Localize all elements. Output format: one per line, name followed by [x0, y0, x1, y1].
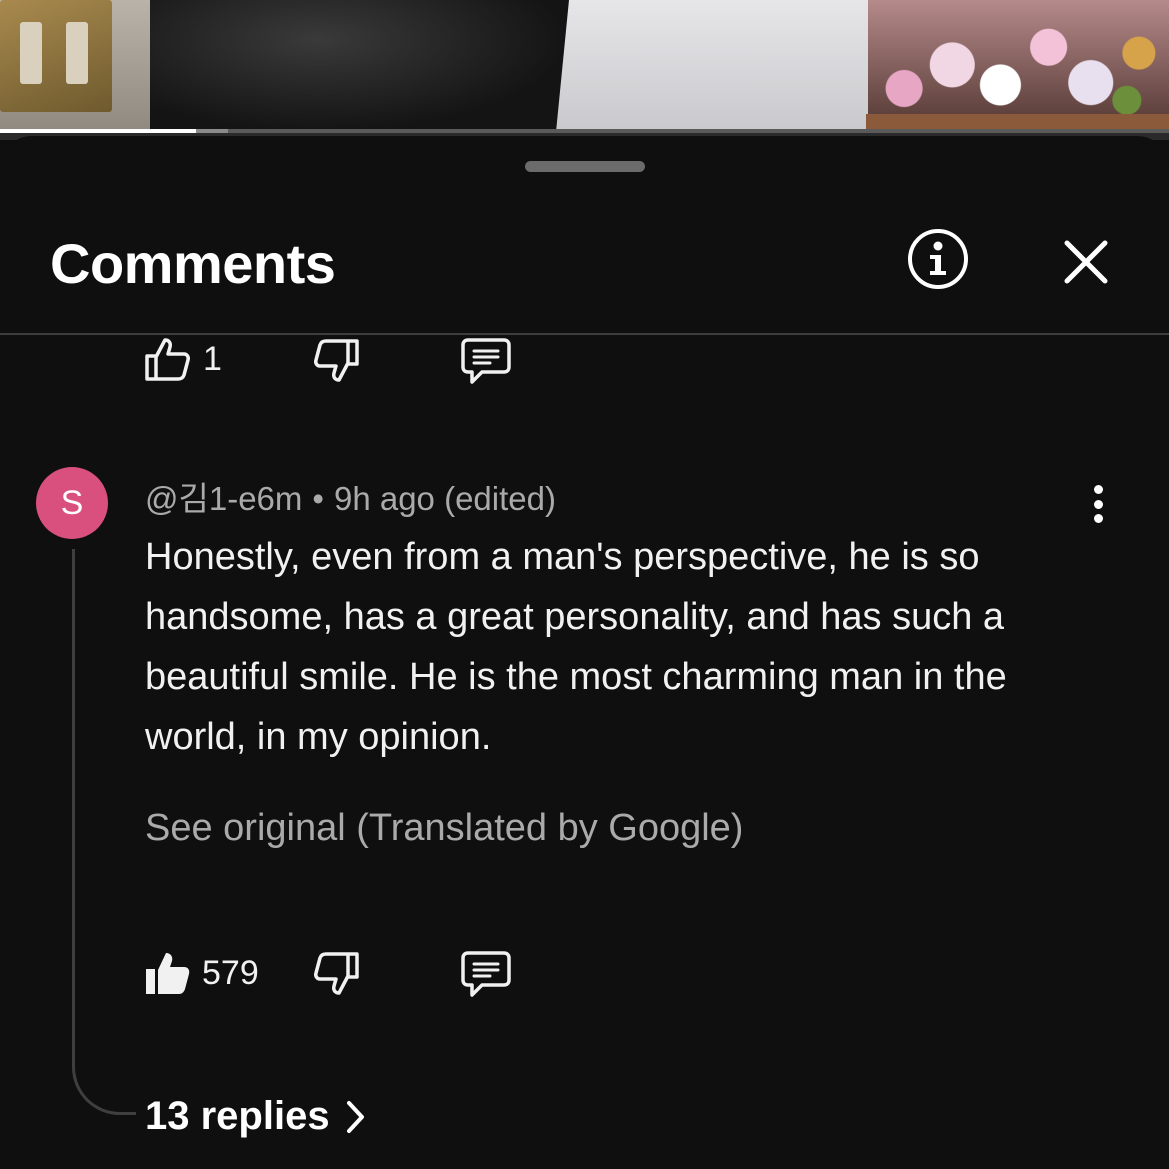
video-progress-bar[interactable]: [0, 129, 1169, 133]
thumb-down-icon: [314, 952, 359, 995]
header-divider: [0, 333, 1169, 335]
like-count: 579: [202, 953, 259, 992]
video-frame-flowers: [868, 0, 1169, 118]
reply-button[interactable]: [460, 950, 512, 998]
comment-reply-icon: [461, 338, 511, 384]
close-icon: [1064, 240, 1108, 284]
info-button[interactable]: [908, 229, 968, 289]
comment-more-button[interactable]: [1082, 480, 1114, 528]
video-progress-played: [0, 129, 197, 133]
prev-dislike-button[interactable]: [313, 338, 361, 384]
prev-like-count: 1: [203, 339, 222, 378]
comment-edited-label: (edited): [444, 480, 556, 517]
more-vertical-icon: [1093, 485, 1103, 523]
comment-meta: @김1-e6m • 9h ago (edited): [145, 472, 556, 520]
info-icon: [930, 241, 946, 275]
dislike-button[interactable]: [313, 951, 361, 997]
chevron-right-icon: [346, 1100, 364, 1133]
thumb-up-outline-icon: [145, 338, 190, 381]
like-button[interactable]: 579: [144, 950, 259, 996]
comment-reply-icon: [461, 951, 511, 997]
reply-thread-line: [72, 549, 136, 1115]
view-replies-button[interactable]: 13 replies: [145, 1094, 366, 1139]
close-button[interactable]: [1060, 236, 1112, 288]
prev-like-button[interactable]: 1: [143, 336, 222, 382]
video-player[interactable]: [0, 0, 1169, 140]
thumb-up-filled-icon: [146, 953, 190, 994]
video-frame-switch-panel: [0, 0, 112, 112]
sheet-drag-handle[interactable]: [525, 161, 645, 172]
comments-title: Comments: [50, 232, 336, 295]
see-original-link[interactable]: See original (Translated by Google): [145, 807, 743, 850]
prev-reply-button[interactable]: [460, 337, 512, 385]
avatar-initial: S: [60, 483, 84, 522]
replies-label: 13 replies: [145, 1094, 330, 1138]
video-progress-buffered: [196, 129, 228, 133]
video-frame-person: [150, 0, 570, 132]
avatar[interactable]: S: [36, 467, 108, 539]
meta-separator: •: [312, 480, 324, 517]
comment-author-handle[interactable]: @김1-e6m: [145, 480, 302, 517]
comment-text: Honestly, even from a man's perspective,…: [145, 536, 1007, 758]
video-frame-paper: [556, 0, 881, 132]
comment-time: 9h ago: [333, 480, 435, 517]
thumb-down-icon: [314, 339, 359, 382]
